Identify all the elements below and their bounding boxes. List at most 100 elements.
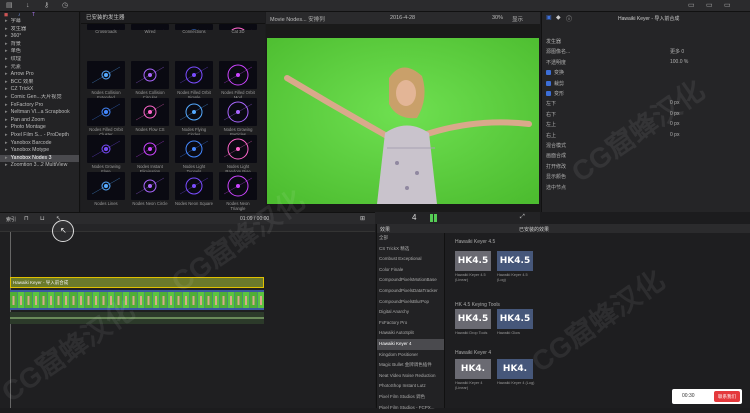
inspector-row[interactable]: 左下	[546, 100, 556, 107]
sidebar-item[interactable]: ▸Yanobox Motype	[0, 147, 79, 155]
sidebar-item[interactable]: ▸BCC 效果	[0, 79, 79, 87]
sidebar-item[interactable]: ▸FxFactory Pro	[0, 102, 79, 110]
sidebar-item[interactable]: ▸Neltman VI...a Scrapbook	[0, 109, 79, 117]
inspector-row[interactable]: 变形	[546, 90, 564, 97]
info-inspector-icon[interactable]: ⓘ	[566, 14, 572, 23]
window-icon[interactable]: ▭	[706, 2, 713, 10]
connect-icon[interactable]: ⊓	[24, 215, 29, 222]
window-icon[interactable]: ▭	[688, 2, 695, 10]
clock-icon[interactable]: ◷	[62, 2, 68, 10]
key-icon[interactable]: ⚷	[44, 2, 49, 10]
inspector-row[interactable]: 混合模式	[546, 142, 566, 149]
sidebar-item[interactable]: ▸元素	[0, 64, 79, 72]
effects-category-item[interactable]: Neat Video Noise Reduction	[377, 371, 444, 382]
sidebar-item[interactable]: ▸Yanobox Nodes 3	[0, 155, 79, 163]
sidebar-item[interactable]: ▸单色	[0, 48, 79, 56]
generator-thumb[interactable]	[131, 172, 169, 200]
sidebar-item[interactable]: ▸背景	[0, 41, 79, 49]
effects-category-item[interactable]: Digital Anarchy	[377, 307, 444, 318]
sidebar-item[interactable]: ▸发生器	[0, 26, 79, 34]
effects-category-item[interactable]: 全部	[377, 233, 444, 244]
sidebar-item[interactable]: ▸Photo Montage	[0, 124, 79, 132]
text-icon[interactable]: T	[32, 12, 35, 18]
video-clip[interactable]	[10, 290, 264, 310]
effects-category-item[interactable]: Hawaiki AutoSplit	[377, 328, 444, 339]
generator-thumb[interactable]	[131, 61, 169, 89]
effects-category-item[interactable]: CompoundPixelsBlurPop	[377, 297, 444, 308]
inspector-value[interactable]: 0 px	[670, 132, 679, 138]
effect-tile[interactable]: HK4.5	[497, 251, 533, 271]
sidebar-item[interactable]: ▸Zoomtion 3...2 MultiView	[0, 162, 79, 170]
effects-category-item[interactable]: CS TrickX 精选	[377, 244, 444, 255]
sidebar-item[interactable]: ▸360°	[0, 33, 79, 41]
sidebar-item[interactable]: ▸纹理	[0, 56, 79, 64]
effect-tile[interactable]: HK4.	[455, 359, 491, 379]
effect-tile[interactable]: HK4.5	[455, 309, 491, 329]
sidebar-item[interactable]: ▸Comic Gen...大片视觉	[0, 94, 79, 102]
generator-thumb[interactable]	[219, 172, 257, 200]
inspector-row[interactable]: 右上	[546, 132, 556, 139]
effects-category-item[interactable]: Pixel Film Studios 调色	[377, 392, 444, 403]
insert-icon[interactable]: ⊔	[40, 215, 45, 222]
effects-category-item[interactable]: Magic Bullet 金牌调色插件	[377, 360, 444, 371]
generator-thumb[interactable]	[87, 61, 125, 89]
generator-thumb[interactable]	[87, 172, 125, 200]
effects-category-item[interactable]: Kingdom Positioner	[377, 350, 444, 361]
generator-thumb[interactable]	[219, 98, 257, 126]
effects-category-item[interactable]: FxFactory Pro	[377, 318, 444, 329]
generator-thumb[interactable]	[87, 98, 125, 126]
generator-thumb[interactable]	[175, 98, 213, 126]
inspector-row[interactable]: 打开修改	[546, 163, 566, 170]
generator-thumb[interactable]	[131, 135, 169, 163]
sidebar-item[interactable]: ▸字幕	[0, 18, 79, 26]
sidebar-item[interactable]: ▸CZ TrickX	[0, 86, 79, 94]
inspector-row[interactable]: 发生器	[546, 38, 561, 45]
inspector-value[interactable]: 100.0 %	[670, 59, 688, 65]
effect-tile[interactable]: HK4.5	[497, 309, 533, 329]
generator-thumb[interactable]	[87, 135, 125, 163]
inspector-row[interactable]: 裁剪	[546, 80, 564, 87]
title-clip[interactable]: Hawaiki Keyer - 导入前合成	[10, 277, 264, 288]
display-select[interactable]: 显示	[512, 15, 523, 23]
check-icon[interactable]: ↓	[26, 2, 30, 10]
effects-category-item[interactable]: Combust Exceptional	[377, 254, 444, 265]
effects-category-item[interactable]: CompoundPixelsMotionBase	[377, 275, 444, 286]
inspector-row[interactable]: 源图像名...	[546, 48, 570, 55]
generator-thumb[interactable]	[175, 135, 213, 163]
effects-category-item[interactable]: CompoundPixelsDataTracker	[377, 286, 444, 297]
checkbox[interactable]	[546, 81, 551, 86]
effect-tile[interactable]: HK4.	[497, 359, 533, 379]
video-inspector-icon[interactable]: ▣	[546, 14, 552, 21]
window-icon[interactable]: ▭	[724, 2, 731, 10]
sidebar-item[interactable]: ▸Pixel Film S... - ProDepth	[0, 132, 79, 140]
music-icon[interactable]: ♪	[18, 12, 21, 18]
fullscreen-icon[interactable]: ⤢	[520, 214, 525, 221]
index-button[interactable]: 索引	[6, 216, 16, 223]
zoom-select[interactable]: 30%	[492, 15, 503, 21]
generator-thumb[interactable]	[219, 135, 257, 163]
inspector-value[interactable]: 0 px	[670, 100, 679, 106]
checkbox[interactable]	[546, 91, 551, 96]
effects-category-item[interactable]: Color Finale	[377, 265, 444, 276]
inspector-row[interactable]: 左上	[546, 121, 556, 128]
effects-category-item[interactable]: PhotoShop Instant Lutz	[377, 381, 444, 392]
generator-thumb[interactable]	[175, 61, 213, 89]
generator-thumb[interactable]	[219, 61, 257, 89]
effects-category-item[interactable]: Hawaiki Keyer 4	[377, 339, 444, 350]
generator-thumb[interactable]	[131, 98, 169, 126]
sidebar-item[interactable]: ▸Yanobox Barcode	[0, 140, 79, 148]
bars-icon[interactable]: ▤	[6, 2, 13, 10]
inspector-row[interactable]: 画面合成	[546, 152, 566, 159]
inspector-row[interactable]: 变换	[546, 69, 564, 76]
audio-inspector-icon[interactable]: ◆	[556, 14, 561, 21]
inspector-value[interactable]: 0 px	[670, 121, 679, 127]
inspector-row[interactable]: 右下	[546, 111, 556, 118]
camera-icon[interactable]: ◼	[4, 12, 8, 18]
zoom-icon[interactable]: ⊞	[360, 215, 365, 222]
inspector-value[interactable]: 0 px	[670, 111, 679, 117]
generator-thumb[interactable]	[175, 172, 213, 200]
sidebar-item[interactable]: ▸Pan and Zoom	[0, 117, 79, 125]
sidebar-item[interactable]: ▸Arrow Pro	[0, 71, 79, 79]
audio-clip[interactable]	[10, 312, 264, 324]
inspector-row[interactable]: 显示颜色	[546, 173, 566, 180]
